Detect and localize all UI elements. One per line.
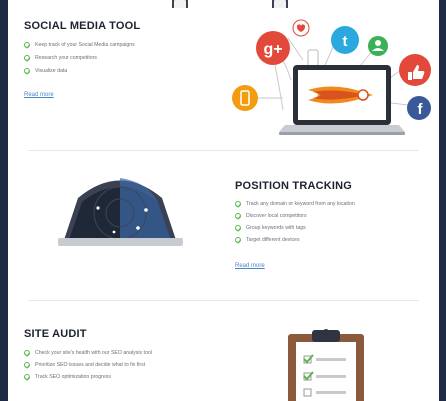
check-icon bbox=[235, 201, 241, 207]
bullet-text: Discover local competitors bbox=[246, 213, 307, 219]
check-icon bbox=[235, 225, 241, 231]
bullet-text: Check your site's health with our SEO an… bbox=[35, 350, 152, 356]
check-icon bbox=[24, 362, 30, 368]
list-item: Keep track of your Social Media campaign… bbox=[24, 42, 135, 48]
list-item: Target different devices bbox=[235, 237, 300, 243]
bullet-text: Prioritize SEO issues and decide what to… bbox=[35, 362, 146, 368]
position-tracking-title: POSITION TRACKING bbox=[235, 180, 353, 192]
bullet-text: Visualize data bbox=[35, 68, 68, 74]
google-plus-icon: g+ bbox=[256, 31, 290, 65]
page-content: SOCIAL MEDIA TOOL Keep track of your Soc… bbox=[8, 0, 439, 401]
check-icon bbox=[235, 237, 241, 243]
bullet-text: Research your competitors bbox=[35, 55, 97, 61]
bullet-text: Target different devices bbox=[246, 237, 300, 243]
user-icon bbox=[368, 36, 388, 56]
list-item: Group keywords with tags bbox=[235, 225, 306, 231]
list-item: Track SEO optimization progress bbox=[24, 374, 111, 380]
list-item: Research your competitors bbox=[24, 55, 97, 61]
binder-clip bbox=[172, 0, 188, 8]
facebook-icon: f bbox=[407, 96, 431, 120]
check-icon bbox=[24, 55, 30, 61]
bullet-text: Keep track of your Social Media campaign… bbox=[35, 42, 135, 48]
social-media-read-more-link[interactable]: Read more bbox=[24, 92, 54, 98]
check-icon bbox=[24, 374, 30, 380]
binder-clip bbox=[272, 0, 288, 8]
svg-text:t: t bbox=[343, 33, 348, 50]
radar-illustration bbox=[58, 178, 183, 246]
phone-icon bbox=[232, 85, 258, 111]
list-item: Track any domain or keyword from any loc… bbox=[235, 201, 355, 207]
site-audit-title: SITE AUDIT bbox=[24, 328, 87, 340]
heart-icon bbox=[292, 19, 310, 37]
thumbs-up-icon bbox=[399, 54, 431, 86]
clipboard-illustration bbox=[288, 329, 364, 401]
bullet-text: Group keywords with tags bbox=[246, 225, 306, 231]
list-item: Discover local competitors bbox=[235, 213, 307, 219]
bullet-text: Track SEO optimization progress bbox=[35, 374, 111, 380]
check-icon bbox=[24, 350, 30, 356]
bullet-text: Track any domain or keyword from any loc… bbox=[246, 201, 355, 207]
check-icon bbox=[24, 68, 30, 74]
list-item: Visualize data bbox=[24, 68, 67, 74]
check-icon bbox=[24, 42, 30, 48]
divider bbox=[28, 150, 419, 151]
social-media-illustration: g+ t f bbox=[232, 19, 431, 135]
position-tracking-read-more-link[interactable]: Read more bbox=[235, 263, 265, 269]
svg-text:g+: g+ bbox=[263, 41, 282, 58]
list-item: Check your site's health with our SEO an… bbox=[24, 350, 152, 356]
social-media-tool-title: SOCIAL MEDIA TOOL bbox=[24, 20, 141, 32]
check-icon bbox=[235, 213, 241, 219]
twitter-icon: t bbox=[331, 26, 359, 54]
list-item: Prioritize SEO issues and decide what to… bbox=[24, 362, 145, 368]
divider bbox=[28, 300, 419, 301]
